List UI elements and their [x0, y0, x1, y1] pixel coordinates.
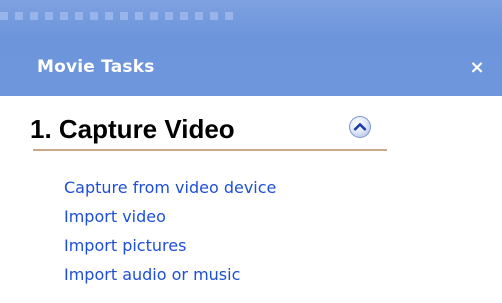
pane-header: Movie Tasks ×: [0, 0, 502, 96]
movie-tasks-pane: Movie Tasks × 1. Capture Video Capture f…: [0, 0, 502, 303]
list-item: Capture from video device: [64, 173, 276, 202]
section-header-capture-video[interactable]: 1. Capture Video: [30, 108, 390, 148]
section-title: 1. Capture Video: [30, 114, 235, 144]
list-item: Import video: [64, 202, 276, 231]
import-pictures-link[interactable]: Import pictures: [64, 236, 186, 255]
header-decoration: [0, 12, 240, 20]
collapse-button[interactable]: [348, 115, 372, 139]
section-divider: [33, 149, 387, 151]
close-icon: ×: [469, 57, 485, 78]
list-item: Import audio or music: [64, 260, 276, 289]
task-link-list: Capture from video device Import video I…: [64, 173, 276, 289]
import-video-link[interactable]: Import video: [64, 207, 166, 226]
chevron-up-circle-icon: [349, 116, 371, 138]
import-audio-or-music-link[interactable]: Import audio or music: [64, 265, 240, 284]
close-button[interactable]: ×: [465, 56, 489, 80]
list-item: Import pictures: [64, 231, 276, 260]
capture-from-video-device-link[interactable]: Capture from video device: [64, 178, 276, 197]
pane-title: Movie Tasks: [37, 57, 155, 77]
